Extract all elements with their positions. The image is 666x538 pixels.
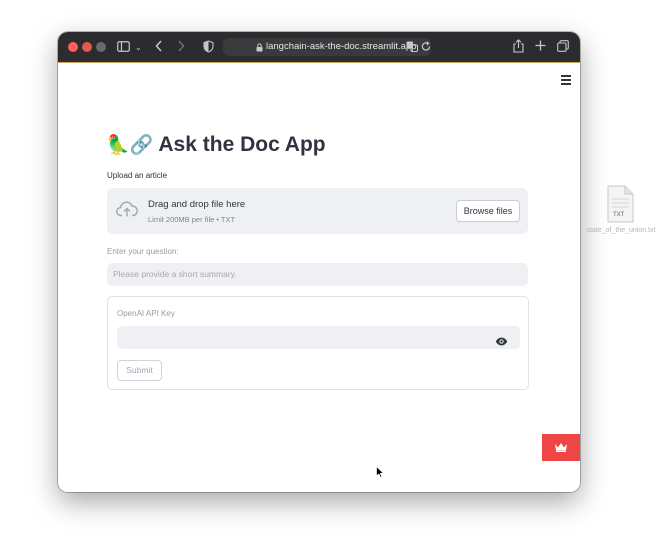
submit-button[interactable]: Submit bbox=[117, 360, 162, 381]
question-input-placeholder: Please provide a short summary. bbox=[113, 269, 237, 279]
forward-arrow-icon[interactable] bbox=[177, 40, 185, 54]
sidebar-toggle-icon[interactable] bbox=[117, 41, 130, 54]
main-menu-hamburger-icon[interactable] bbox=[561, 75, 571, 87]
close-window-button[interactable] bbox=[68, 42, 78, 52]
new-tab-plus-icon[interactable] bbox=[535, 40, 546, 53]
show-password-eye-icon[interactable] bbox=[495, 333, 508, 351]
browser-toolbar: ⌄ langchain-ask-the-doc.streamlit.app bbox=[58, 32, 580, 63]
browser-window: ⌄ langchain-ask-the-doc.streamlit.app 🦜🔗… bbox=[58, 32, 580, 492]
api-key-input[interactable] bbox=[117, 326, 520, 349]
privacy-shield-icon[interactable] bbox=[203, 40, 214, 55]
streamlit-cloud-badge-button[interactable] bbox=[542, 434, 580, 461]
desktop-file-label[interactable]: state_of_the_union.txt bbox=[586, 226, 656, 235]
api-key-form: OpenAI API Key Submit bbox=[107, 296, 529, 390]
api-key-label: OpenAI API Key bbox=[117, 309, 175, 318]
mouse-cursor-icon bbox=[376, 465, 385, 483]
dropzone-limit-text: Limit 200MB per file • TXT bbox=[148, 215, 236, 224]
question-input[interactable]: Please provide a short summary. bbox=[107, 263, 528, 286]
page-title-text: Ask the Doc App bbox=[158, 133, 326, 156]
cloud-upload-icon bbox=[116, 201, 138, 222]
lock-icon bbox=[256, 42, 263, 54]
reload-icon[interactable] bbox=[421, 41, 431, 54]
dropzone-instructions: Drag and drop file here bbox=[148, 199, 246, 210]
upload-label: Upload an article bbox=[107, 171, 168, 180]
translate-icon[interactable] bbox=[406, 41, 418, 54]
question-label: Enter your question: bbox=[107, 247, 179, 256]
zoom-window-button[interactable] bbox=[96, 42, 106, 52]
file-dropzone[interactable]: Drag and drop file here Limit 200MB per … bbox=[107, 188, 528, 234]
desktop-file-type-label: TXT bbox=[613, 212, 625, 218]
tab-overview-icon[interactable] bbox=[557, 40, 569, 54]
address-bar-url[interactable]: langchain-ask-the-doc.streamlit.app bbox=[266, 41, 417, 53]
share-icon[interactable] bbox=[513, 39, 524, 55]
minimize-window-button[interactable] bbox=[82, 42, 92, 52]
tab-overview-chevron-icon[interactable]: ⌄ bbox=[135, 42, 142, 54]
parrot-link-emoji: 🦜🔗 bbox=[106, 135, 154, 156]
back-arrow-icon[interactable] bbox=[155, 40, 163, 54]
desktop-txt-file-icon[interactable]: TXT bbox=[604, 185, 636, 223]
page-title: 🦜🔗 Ask the Doc App bbox=[106, 132, 326, 159]
browse-files-button[interactable]: Browse files bbox=[456, 200, 520, 222]
crown-icon bbox=[555, 443, 567, 452]
